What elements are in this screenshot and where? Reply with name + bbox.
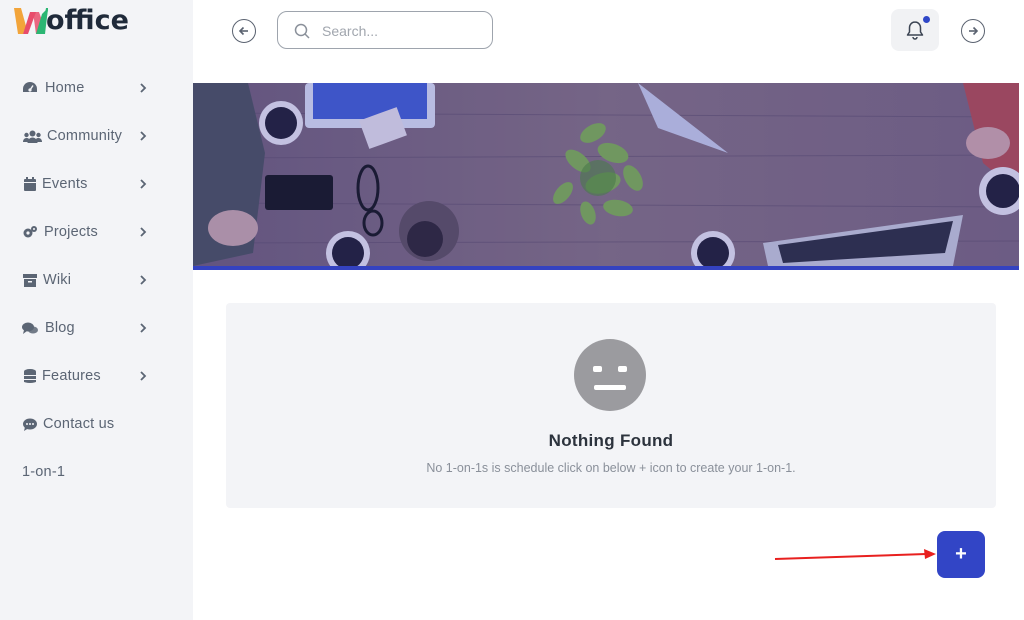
empty-state-message: No 1-on-1s is schedule click on below + …	[426, 461, 796, 475]
sidebar-item-label: 1-on-1	[22, 464, 66, 480]
sidebar-item-label: Wiki	[43, 272, 72, 288]
chevron-right-icon	[140, 275, 147, 285]
arrow-right-icon	[969, 26, 979, 36]
sidebar-item-wiki[interactable]: Wiki	[0, 256, 193, 304]
logo-text: office	[46, 5, 129, 36]
forward-button[interactable]	[961, 19, 985, 43]
back-button[interactable]	[232, 19, 256, 43]
chevron-right-icon	[140, 131, 147, 141]
sidebar-item-label: Events	[42, 176, 88, 192]
sidebar: office Home Community Events Projects Wi…	[0, 0, 193, 620]
chevron-right-icon	[140, 179, 147, 189]
desk-photo	[193, 83, 1019, 266]
sidebar-item-label: Contact us	[43, 416, 115, 432]
database-icon	[22, 368, 38, 384]
sidebar-item-label: Projects	[44, 224, 98, 240]
sidebar-item-features[interactable]: Features	[0, 352, 193, 400]
arrow-left-icon	[238, 26, 248, 36]
sidebar-item-label: Community	[47, 128, 123, 144]
search-box	[277, 11, 493, 49]
empty-state-title: Nothing Found	[548, 431, 674, 450]
add-1-on-1-button[interactable]: +	[937, 531, 985, 578]
search-icon	[294, 23, 310, 39]
bell-icon	[906, 21, 924, 40]
neutral-face-icon	[574, 339, 646, 411]
search-input[interactable]	[322, 21, 482, 41]
chevron-right-icon	[140, 371, 147, 381]
logo-w-icon	[14, 8, 48, 34]
sidebar-item-community[interactable]: Community	[0, 112, 193, 160]
sidebar-item-blog[interactable]: Blog	[0, 304, 193, 352]
sidebar-item-label: Blog	[45, 320, 75, 336]
archive-icon	[22, 272, 38, 288]
gauge-icon	[22, 80, 38, 96]
chevron-right-icon	[140, 323, 147, 333]
sidebar-item-events[interactable]: Events	[0, 160, 193, 208]
sidebar-item-label: Home	[45, 80, 85, 96]
chevron-right-icon	[140, 83, 147, 93]
sidebar-item-projects[interactable]: Projects	[0, 208, 193, 256]
sidebar-item-1-on-1[interactable]: 1-on-1	[0, 448, 193, 496]
header-banner-image	[193, 83, 1019, 270]
users-icon	[22, 128, 42, 144]
sidebar-item-contact-us[interactable]: Contact us	[0, 400, 193, 448]
empty-state-card: Nothing Found No 1-on-1s is schedule cli…	[226, 303, 996, 508]
notification-badge	[923, 16, 930, 23]
annotation-arrow	[774, 549, 936, 560]
cogs-icon	[22, 224, 38, 240]
sidebar-item-home[interactable]: Home	[0, 64, 193, 112]
woffice-logo[interactable]: office	[14, 0, 129, 36]
calendar-icon	[22, 176, 38, 192]
comment-dots-icon	[22, 416, 38, 432]
notifications-button[interactable]	[891, 9, 939, 51]
comments-icon	[22, 320, 38, 336]
sidebar-item-label: Features	[42, 368, 101, 384]
chevron-right-icon	[140, 227, 147, 237]
